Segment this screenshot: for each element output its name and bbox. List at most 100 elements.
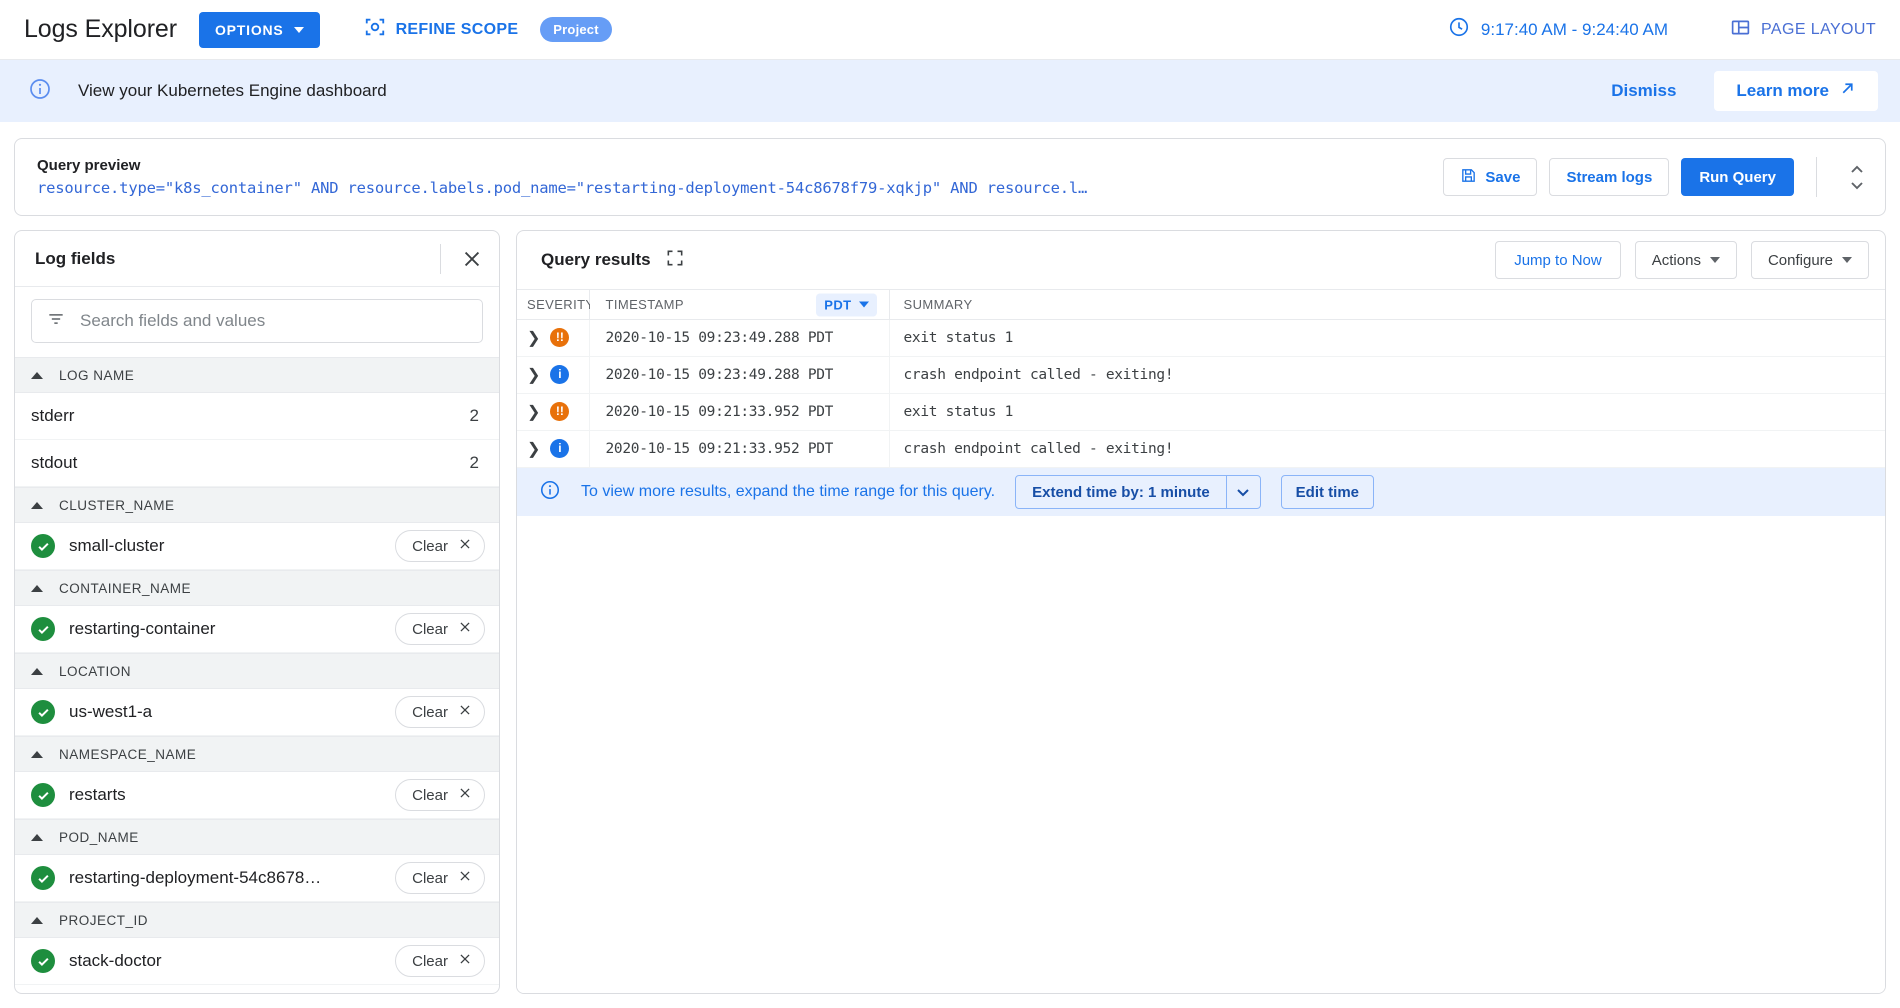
log-field-row[interactable]: restarts Clear [15, 772, 499, 819]
log-field-row[interactable]: stack-doctor Clear [15, 938, 499, 985]
top-bar: Logs Explorer OPTIONS REFINE SCOPE Proje… [0, 0, 1900, 60]
extend-time-label[interactable]: Extend time by: 1 minute [1016, 476, 1226, 508]
check-circle-icon [31, 866, 55, 890]
log-field-row[interactable]: stdout 2 [15, 440, 499, 487]
filter-icon [46, 309, 66, 334]
query-results-panel: Query results Jump to Now Actions Config… [516, 230, 1886, 994]
log-field-section-header[interactable]: LOG NAME [15, 357, 499, 393]
clock-icon [1448, 16, 1470, 43]
expand-row-icon[interactable]: ❯ [527, 330, 540, 347]
clear-filter-button[interactable]: Clear [395, 945, 485, 977]
log-table-body: ❯!! 2020-10-15 09:23:49.288 PDT exit statu… [517, 319, 1885, 468]
expand-time-range-note: To view more results, expand the time ra… [517, 468, 1885, 516]
close-icon [458, 786, 472, 804]
log-field-section-title: PROJECT_ID [59, 912, 149, 928]
edit-time-button[interactable]: Edit time [1280, 475, 1375, 509]
close-icon [458, 537, 472, 555]
chevron-down-icon [1842, 257, 1852, 263]
expand-row-icon[interactable]: ❯ [527, 404, 540, 421]
stream-logs-label: Stream logs [1566, 168, 1653, 186]
expand-collapse-icon[interactable] [1843, 165, 1871, 190]
table-row[interactable]: ❯!! 2020-10-15 09:23:49.288 PDT exit statu… [517, 319, 1885, 357]
close-icon [458, 952, 472, 970]
query-preview-label: Query preview [37, 157, 141, 174]
log-table-head: SEVERITY TIMESTAMP PDT SUMMARY [517, 289, 1885, 320]
log-field-row[interactable]: us-west1-a Clear [15, 689, 499, 736]
expand-row-icon[interactable]: ❯ [527, 367, 540, 384]
log-field-value: us-west1-a [69, 702, 153, 721]
log-field-row[interactable]: restarting-deployment-54c8678… Clear [15, 855, 499, 902]
chevron-up-icon [31, 584, 43, 592]
log-row-timestamp: 2020-10-15 09:21:33.952 PDT [589, 430, 890, 468]
chevron-up-icon [31, 916, 43, 924]
extend-time-control[interactable]: Extend time by: 1 minute [1015, 475, 1261, 509]
info-icon [28, 77, 52, 106]
table-row[interactable]: ❯ i 2020-10-15 09:21:33.952 PDT crash endpo… [517, 430, 1885, 468]
close-icon[interactable] [455, 242, 489, 276]
banner-message: View your Kubernetes Engine dashboard [78, 81, 387, 100]
log-field-value: stdout [31, 453, 78, 472]
expand-row-icon[interactable]: ❯ [527, 441, 540, 458]
table-row[interactable]: ❯!! 2020-10-15 09:21:33.952 PDT exit statu… [517, 393, 1885, 431]
close-icon [458, 703, 472, 721]
log-row-severity: ❯ i [517, 356, 590, 394]
clear-label: Clear [412, 537, 448, 555]
divider [440, 243, 441, 274]
configure-button[interactable]: Configure [1750, 241, 1869, 279]
clear-filter-button[interactable]: Clear [395, 862, 485, 894]
log-field-section-header[interactable]: NAMESPACE_NAME [15, 736, 499, 772]
check-circle-icon [31, 617, 55, 641]
save-button[interactable]: Save [1443, 158, 1538, 196]
log-row-timestamp: 2020-10-15 09:23:49.288 PDT [589, 319, 890, 357]
page-layout-button[interactable]: PAGE LAYOUT [1730, 17, 1876, 43]
actions-button[interactable]: Actions [1634, 241, 1737, 279]
search-input[interactable] [78, 310, 468, 332]
clear-filter-button[interactable]: Clear [395, 779, 485, 811]
log-field-section-header[interactable]: POD_NAME [15, 819, 499, 855]
search-box[interactable] [31, 299, 483, 343]
log-field-section-header[interactable]: CONTAINER_NAME [15, 570, 499, 606]
learn-more-button[interactable]: Learn more [1714, 71, 1878, 111]
log-field-section-header[interactable]: PROJECT_ID [15, 902, 499, 938]
log-field-section-header[interactable]: LOCATION [15, 653, 499, 689]
log-field-section-header[interactable]: CLUSTER_NAME [15, 487, 499, 523]
clear-filter-button[interactable]: Clear [395, 530, 485, 562]
chevron-down-icon [858, 301, 869, 308]
page-layout-label: PAGE LAYOUT [1761, 20, 1876, 38]
table-row[interactable]: ❯ i 2020-10-15 09:23:49.288 PDT crash endpo… [517, 356, 1885, 394]
log-field-row[interactable]: small-cluster Clear [15, 523, 499, 570]
log-field-section-title: LOG NAME [59, 367, 135, 383]
stream-logs-button[interactable]: Stream logs [1549, 158, 1670, 196]
clear-filter-button[interactable]: Clear [395, 696, 485, 728]
dismiss-button[interactable]: Dismiss [1599, 73, 1688, 109]
check-circle-icon [31, 949, 55, 973]
log-field-value: restarting-deployment-54c8678… [69, 868, 322, 887]
log-field-section-title: CLUSTER_NAME [59, 497, 175, 513]
fullscreen-icon[interactable] [665, 248, 685, 273]
log-row-timestamp: 2020-10-15 09:23:49.288 PDT [589, 356, 890, 394]
log-field-section-title: CONTAINER_NAME [59, 580, 192, 596]
log-fields-list[interactable]: LOG NAME stderr 2 stdout 2 CLUSTER_NAME small-… [15, 357, 499, 993]
log-field-row[interactable]: restarting-container Clear [15, 606, 499, 653]
log-field-value: stack-doctor [69, 951, 162, 970]
clear-filter-button[interactable]: Clear [395, 613, 485, 645]
chevron-down-icon[interactable] [1225, 476, 1260, 508]
time-range-selector[interactable]: 9:17:40 AM - 9:24:40 AM [1448, 16, 1668, 43]
log-field-row[interactable]: stderr 2 [15, 393, 499, 440]
query-preview-card: Query preview resource.type="k8s_contain… [14, 138, 1886, 216]
error-severity-icon: !! [550, 328, 570, 348]
refine-scope-button[interactable]: REFINE SCOPE [364, 16, 519, 43]
scope-chip[interactable]: Project [540, 17, 612, 42]
log-row-summary: crash endpoint called - exiting! [889, 430, 1885, 468]
log-row-summary: exit status 1 [889, 393, 1885, 431]
run-query-button[interactable]: Run Query [1681, 158, 1794, 196]
options-button[interactable]: OPTIONS [198, 11, 320, 48]
log-entries-table: SEVERITY TIMESTAMP PDT SUMMARY ❯!! 2020-1… [517, 289, 1885, 468]
log-field-section-title: LOCATION [59, 663, 132, 679]
timezone-chip[interactable]: PDT [816, 293, 877, 316]
check-circle-icon [31, 783, 55, 807]
log-fields-title: Log fields [35, 248, 116, 268]
jump-to-now-button[interactable]: Jump to Now [1495, 241, 1621, 279]
query-preview-text[interactable]: resource.type="k8s_container" AND resour… [37, 179, 1157, 197]
log-field-section-title: POD_NAME [59, 829, 139, 845]
